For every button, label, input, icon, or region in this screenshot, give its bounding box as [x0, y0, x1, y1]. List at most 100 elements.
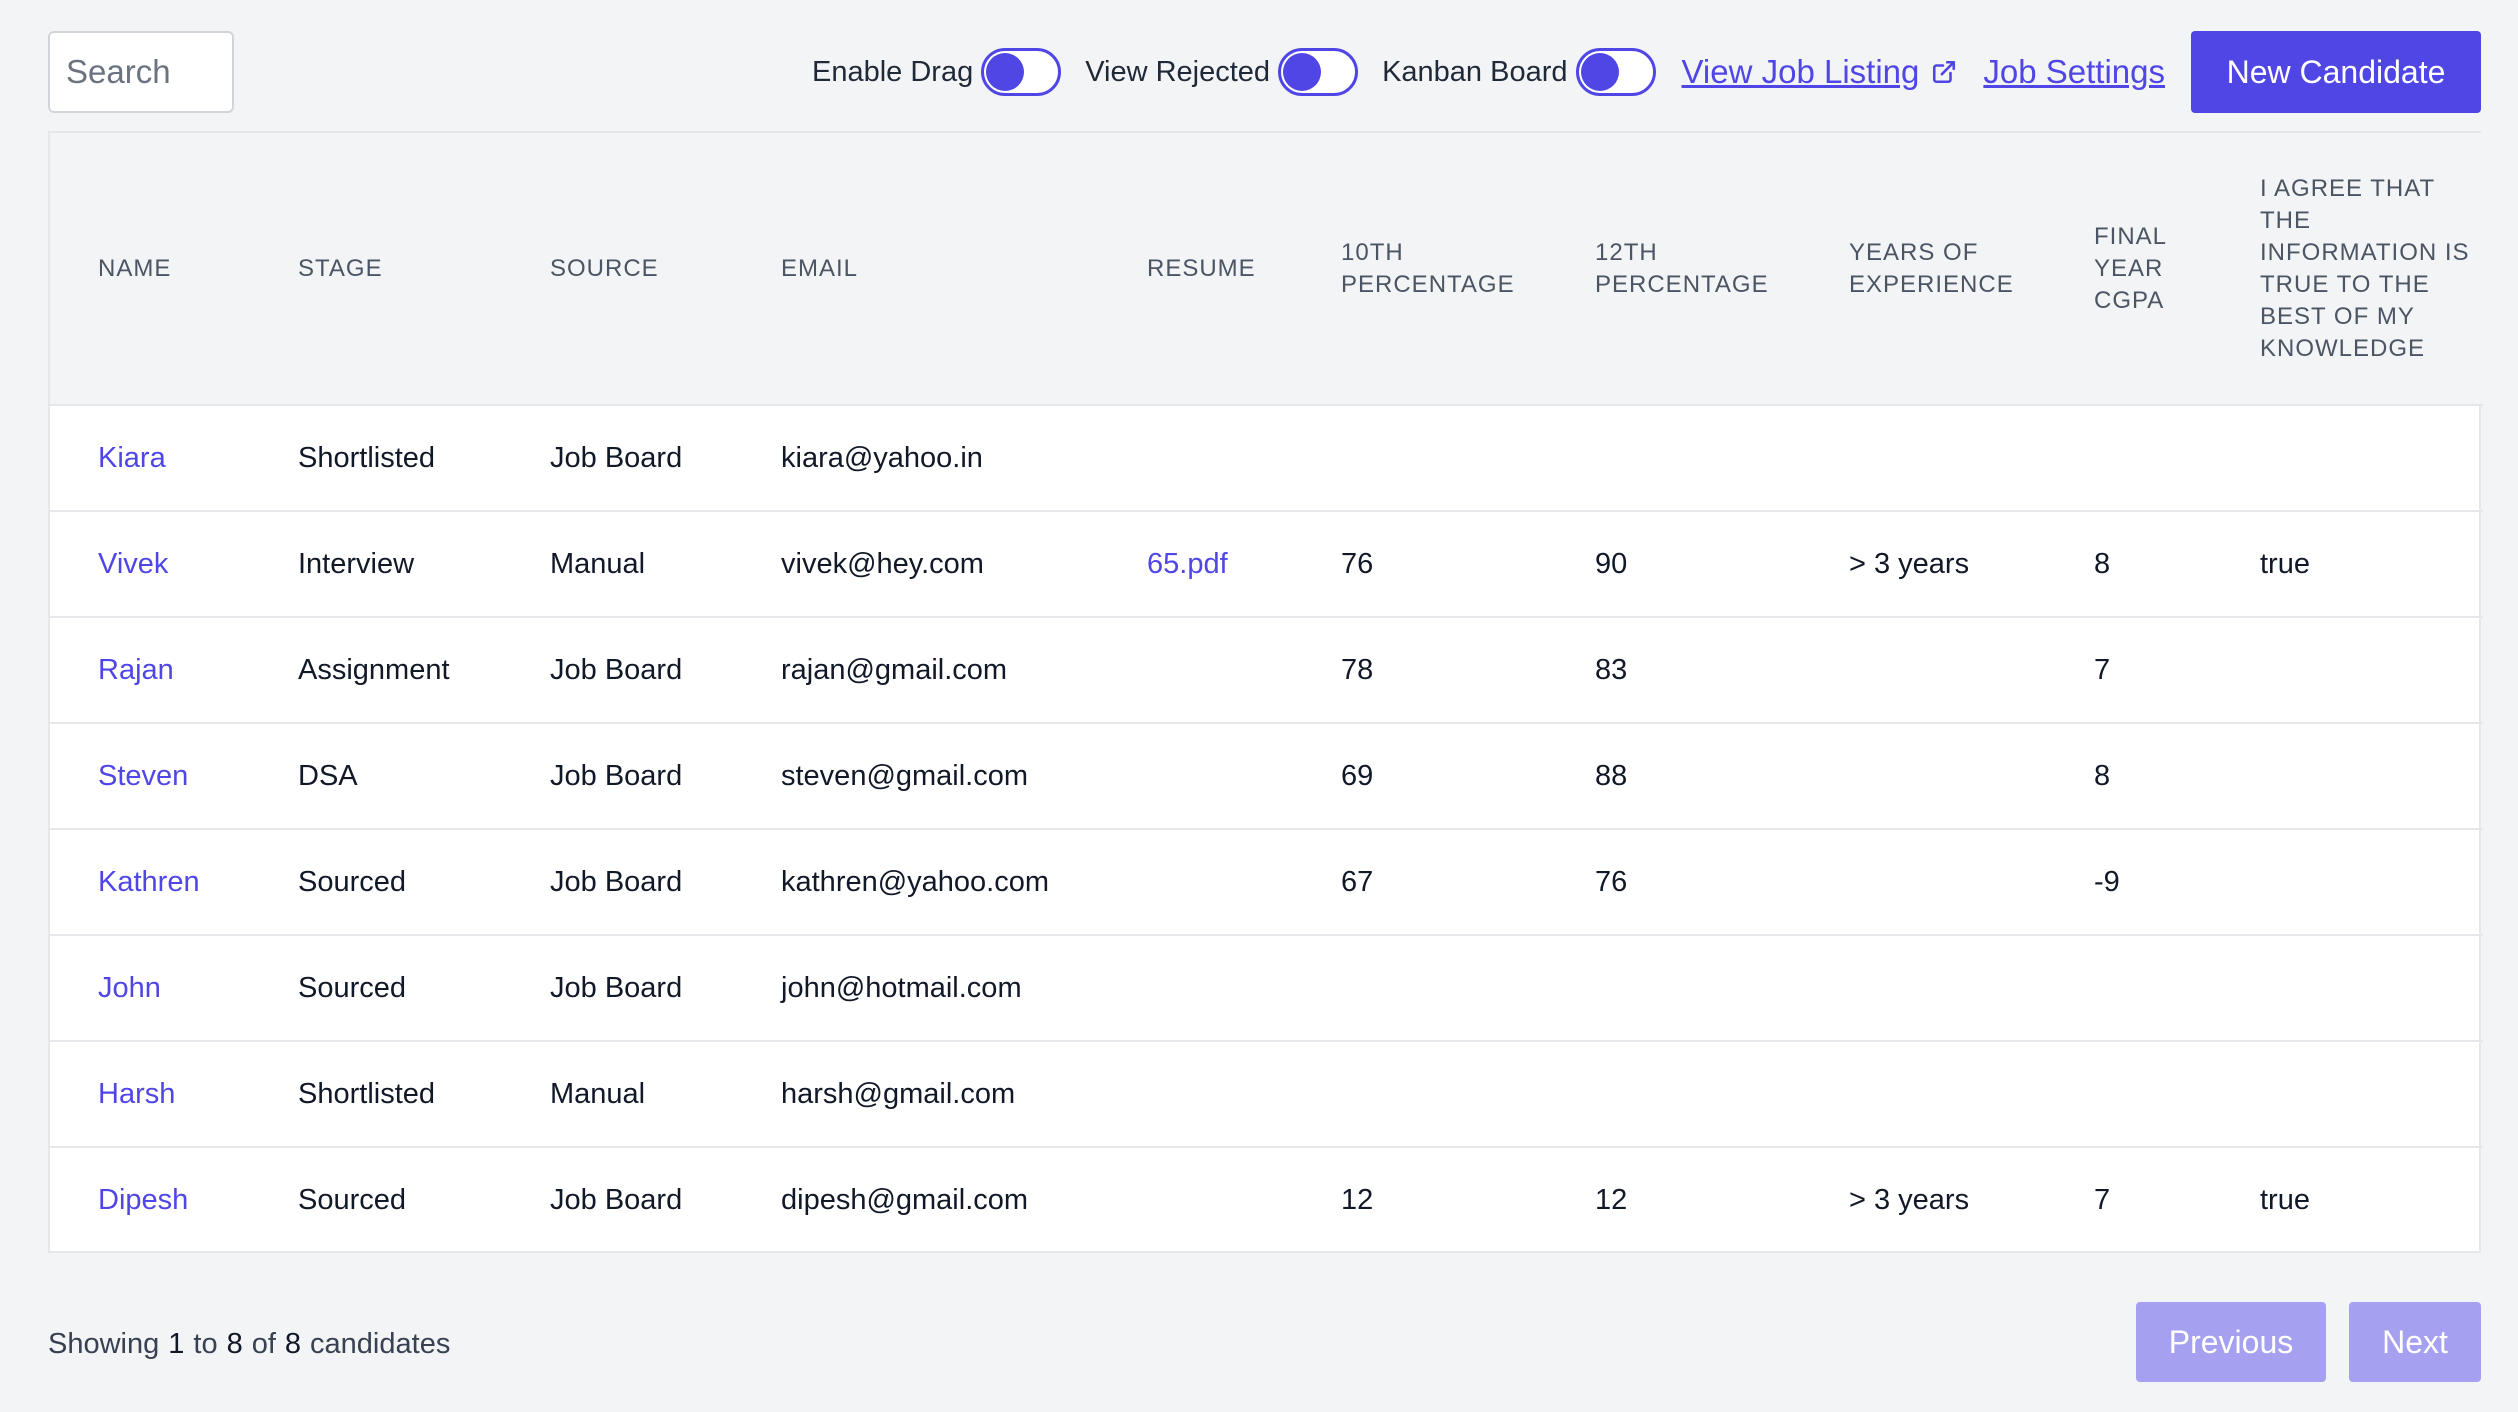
tenth-percentage-cell: 78 [1341, 653, 1374, 686]
resume-link [1099, 617, 1329, 723]
resume-link [1099, 935, 1329, 1041]
source-cell: Manual [550, 1077, 646, 1110]
candidates-page: Enable Drag View Rejected Kanban Board V… [0, 0, 2518, 1412]
cgpa-cell: 8 [2094, 547, 2111, 580]
cgpa-cell: 7 [2094, 1184, 2111, 1216]
pagination-summary: Showing 1 to 8 of 8 candidates [48, 1322, 450, 1366]
range-end: 8 [226, 1327, 243, 1360]
view-job-listing-link-group: View Job Listing [1682, 53, 1958, 91]
email-cell: kathren@yahoo.com [781, 865, 1050, 898]
tenth-percentage-cell: 67 [1341, 865, 1374, 898]
experience-cell: > 3 years [1849, 547, 1970, 580]
column-header-12th-percentage[interactable]: 12th Percentage [1583, 133, 1837, 406]
cgpa-cell: -9 [2094, 865, 2120, 898]
stage-cell: Assignment [298, 653, 450, 686]
candidate-name-link[interactable]: Kathren [50, 829, 250, 935]
total-count: 8 [284, 1327, 302, 1360]
view-rejected-toggle[interactable] [1278, 48, 1359, 96]
new-candidate-button[interactable]: New Candidate [2191, 31, 2481, 113]
view-rejected-toggle-group: View Rejected [1085, 48, 1359, 96]
of-text: of [251, 1327, 276, 1360]
twelfth-percentage-cell [1583, 405, 1837, 511]
experience-cell [1837, 935, 2082, 1041]
resume-link [1099, 405, 1329, 511]
candidate-name-link[interactable]: Harsh [50, 1041, 250, 1147]
view-rejected-label: View Rejected [1085, 55, 1271, 88]
column-header-resume[interactable]: Resume [1099, 133, 1329, 406]
tenth-percentage-cell: 12 [1341, 1184, 1374, 1216]
column-header-email[interactable]: Email [733, 133, 1099, 406]
agreement-cell: true [2260, 1184, 2310, 1216]
source-cell: Job Board [550, 653, 683, 686]
twelfth-percentage-cell [1583, 1041, 1837, 1147]
range-start: 1 [168, 1327, 185, 1360]
candidate-name-link[interactable]: Dipesh [50, 1147, 250, 1253]
stage-cell: Sourced [298, 1184, 407, 1216]
column-header-final-year-cgpa[interactable]: Final Year CGPA [2082, 133, 2248, 406]
twelfth-percentage-cell: 83 [1595, 653, 1628, 686]
source-cell: Job Board [550, 759, 683, 792]
previous-button[interactable]: Previous [2136, 1302, 2326, 1382]
candidate-name-link[interactable]: Kiara [50, 405, 250, 511]
cgpa-cell: 7 [2094, 653, 2111, 686]
candidates-text: candidates [310, 1327, 451, 1360]
resume-link [1099, 1041, 1329, 1147]
email-cell: rajan@gmail.com [781, 653, 1008, 686]
table-row[interactable]: Kiara Shortlisted Job Board kiara@yahoo.in [50, 405, 2483, 511]
cgpa-cell [2082, 405, 2248, 511]
twelfth-percentage-cell: 90 [1595, 547, 1628, 580]
toolbar-actions: Enable Drag View Rejected Kanban Board V… [812, 31, 2481, 113]
column-header-years-of-experience[interactable]: Years of Experience [1837, 133, 2082, 406]
experience-cell [1837, 617, 2082, 723]
candidate-name-link[interactable]: Steven [50, 723, 250, 829]
kanban-board-label: Kanban Board [1382, 55, 1568, 88]
cgpa-cell [2082, 1041, 2248, 1147]
table-row[interactable]: Harsh Shortlisted Manual harsh@gmail.com [50, 1041, 2483, 1147]
source-cell: Manual [550, 547, 646, 580]
candidate-name-link[interactable]: Rajan [50, 617, 250, 723]
table-row[interactable]: Steven DSA Job Board steven@gmail.com 69 88 8 [50, 723, 2483, 829]
table-row[interactable]: John Sourced Job Board john@hotmail.com [50, 935, 2483, 1041]
twelfth-percentage-cell: 12 [1595, 1184, 1628, 1216]
email-cell: kiara@yahoo.in [781, 441, 983, 474]
resume-link[interactable]: 65.pdf [1099, 511, 1329, 617]
external-link-icon[interactable] [1931, 59, 1957, 85]
view-job-listing-link[interactable]: View Job Listing [1682, 53, 1920, 91]
table-row[interactable]: Vivek Interview Manual vivek@hey.com 65.pdf 7… [50, 511, 2483, 617]
experience-cell [1837, 829, 2082, 935]
column-header-10th-percentage[interactable]: 10th Percentage [1329, 133, 1583, 406]
enable-drag-toggle[interactable] [981, 48, 1062, 96]
stage-cell: Sourced [298, 971, 407, 1004]
column-header-stage[interactable]: Stage [250, 133, 502, 406]
candidate-name-link[interactable]: John [50, 935, 250, 1041]
twelfth-percentage-cell [1583, 935, 1837, 1041]
column-header-source[interactable]: Source [502, 133, 733, 406]
toolbar: Enable Drag View Rejected Kanban Board V… [48, 31, 2481, 113]
toggle-knob [1283, 53, 1322, 91]
twelfth-percentage-cell: 76 [1595, 865, 1628, 898]
agreement-cell [2248, 405, 2483, 511]
table-row[interactable]: Rajan Assignment Job Board rajan@gmail.com 7… [50, 617, 2483, 723]
search-input[interactable] [48, 31, 234, 113]
cgpa-cell [2082, 935, 2248, 1041]
email-cell: vivek@hey.com [781, 547, 984, 580]
tenth-percentage-cell: 69 [1341, 759, 1374, 792]
column-header-agreement[interactable]: I agree that the information is true to … [2248, 133, 2483, 406]
candidate-name-link[interactable]: Vivek [50, 511, 250, 617]
stage-cell: DSA [298, 759, 358, 792]
table-row[interactable]: Dipesh Sourced Job Board dipesh@gmail.com 12… [50, 1147, 2483, 1253]
candidates-table: Name Stage Source Email Resume 10th Perc… [50, 133, 2483, 1253]
resume-link [1099, 829, 1329, 935]
job-settings-link[interactable]: Job Settings [1983, 53, 2165, 91]
experience-cell [1837, 405, 2082, 511]
email-cell: john@hotmail.com [781, 971, 1022, 1004]
table-row[interactable]: Kathren Sourced Job Board kathren@yahoo.com… [50, 829, 2483, 935]
tenth-percentage-cell [1329, 935, 1583, 1041]
column-header-name[interactable]: Name [50, 133, 250, 406]
stage-cell: Shortlisted [298, 1077, 436, 1110]
experience-cell [1837, 1041, 2082, 1147]
source-cell: Job Board [550, 971, 683, 1004]
next-button[interactable]: Next [2349, 1302, 2481, 1382]
agreement-cell [2248, 829, 2483, 935]
kanban-board-toggle[interactable] [1575, 48, 1656, 96]
